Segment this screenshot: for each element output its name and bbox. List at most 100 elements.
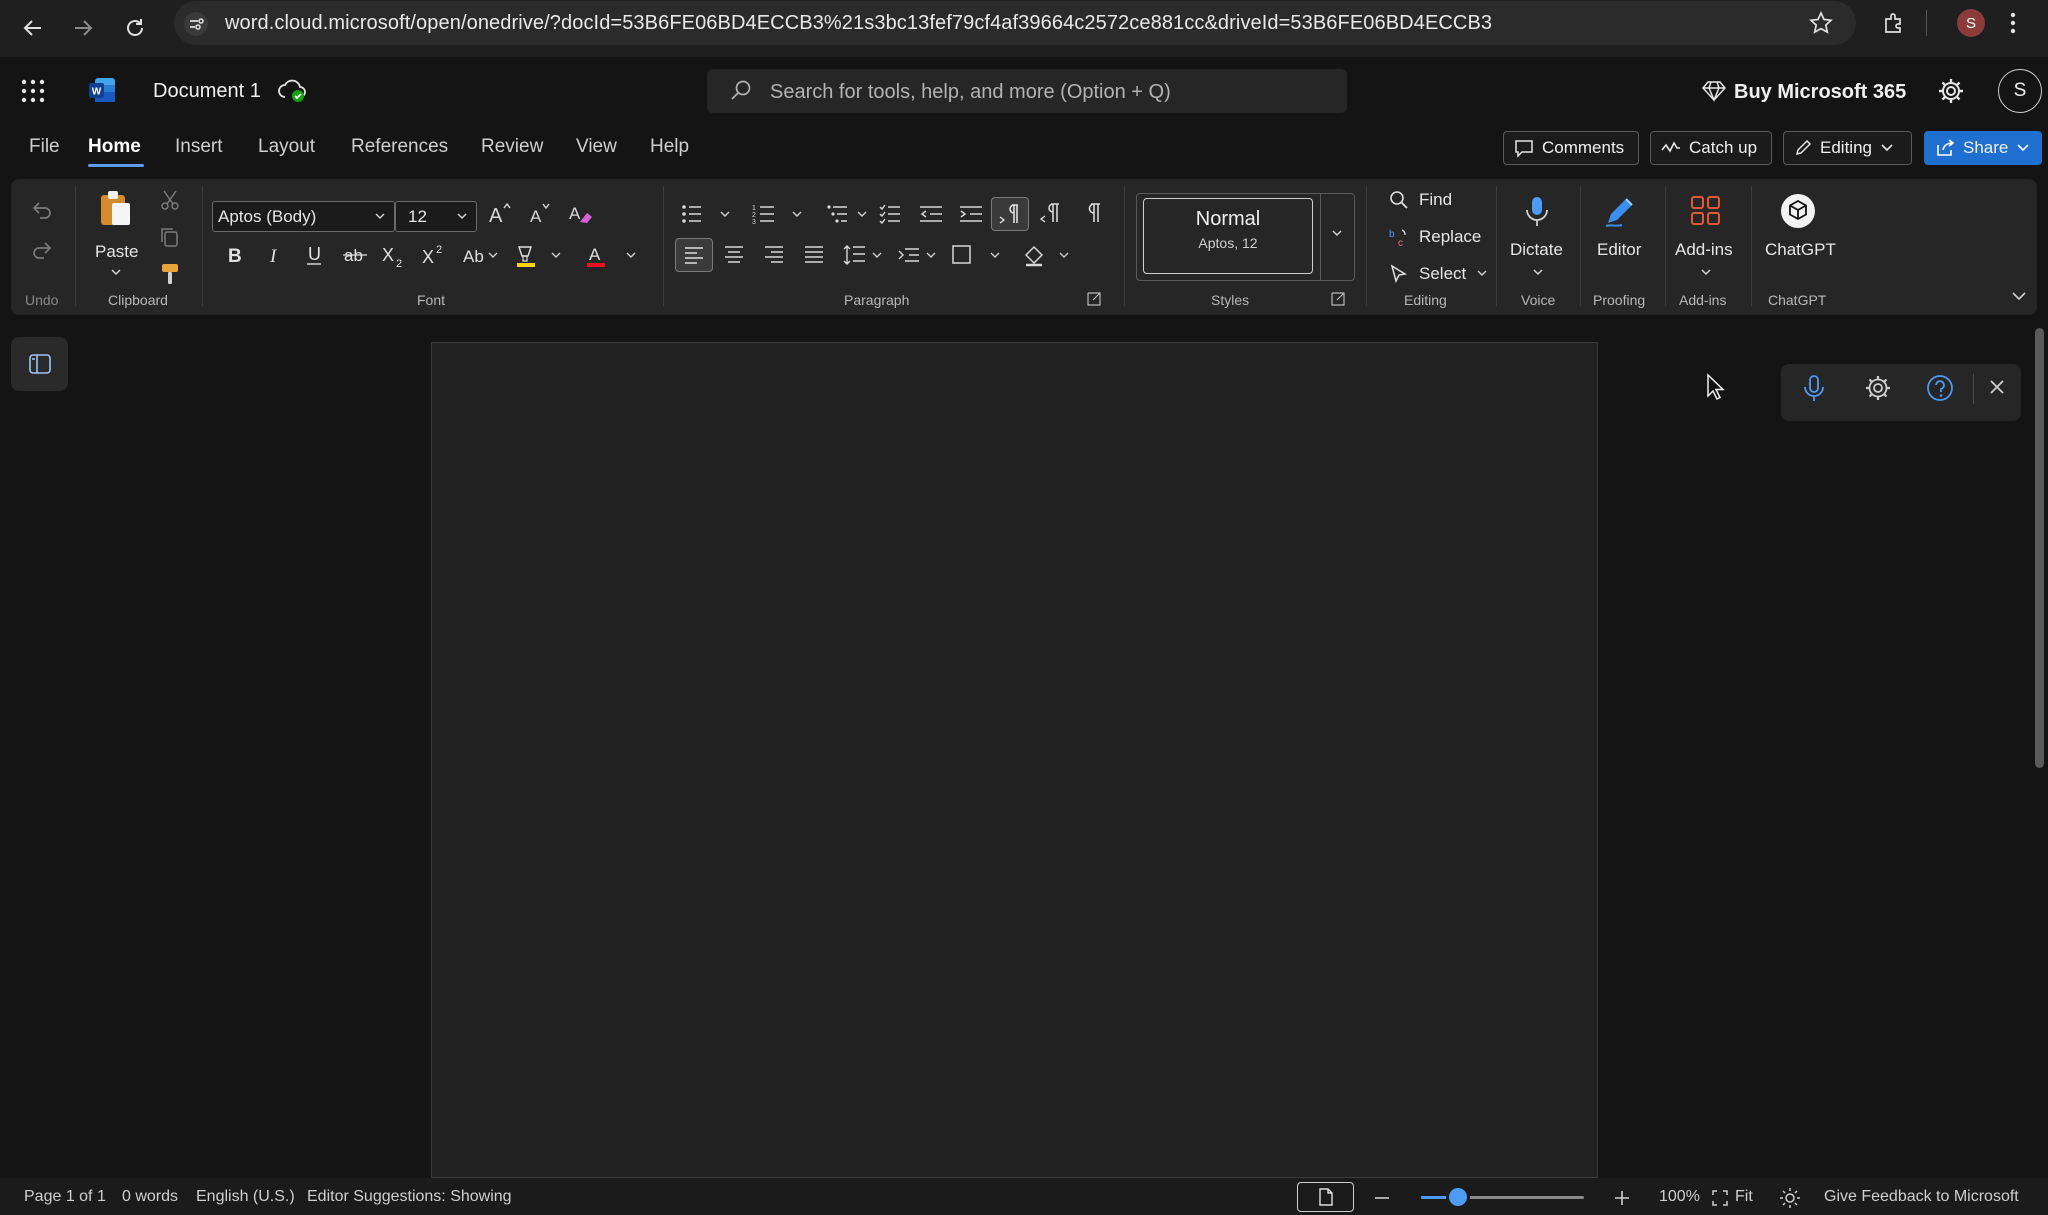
browser-profile-avatar[interactable]: S	[1957, 9, 1985, 37]
paste-label[interactable]: Paste	[95, 242, 138, 262]
back-button[interactable]	[13, 8, 53, 48]
site-info-icon[interactable]	[183, 11, 209, 37]
chatgpt-label[interactable]: ChatGPT	[1765, 240, 1836, 260]
editing-mode-button[interactable]: Editing	[1783, 131, 1912, 165]
bullets-icon[interactable]	[680, 201, 732, 227]
language-status[interactable]: English (U.S.)	[196, 1188, 295, 1206]
tab-references[interactable]: References	[351, 136, 448, 158]
shading-icon[interactable]	[1022, 243, 1072, 269]
cut-scissors-icon[interactable]	[159, 189, 181, 211]
zoom-slider-thumb[interactable]	[1446, 1185, 1470, 1209]
addins-chevron-down-icon[interactable]	[1699, 268, 1713, 278]
tab-file[interactable]: File	[29, 136, 60, 158]
styles-more-chevron-icon[interactable]	[1330, 229, 1344, 239]
copy-icon[interactable]	[159, 226, 181, 248]
editor-suggestions-status[interactable]: Editor Suggestions: Showing	[307, 1188, 512, 1206]
tab-view[interactable]: View	[576, 136, 617, 158]
saved-cloud-icon[interactable]	[277, 77, 307, 105]
underline-icon[interactable]: U	[303, 243, 325, 267]
dictation-settings-gear-icon[interactable]	[1864, 374, 1892, 402]
reload-button[interactable]	[115, 8, 155, 48]
ribbon-expand-chevron-icon[interactable]	[2011, 291, 2027, 301]
editor-pen-icon[interactable]	[1602, 193, 1638, 229]
rtl-paragraph-icon[interactable]	[1039, 201, 1065, 227]
document-page[interactable]	[431, 342, 1598, 1178]
font-name-dropdown[interactable]: Aptos (Body)	[212, 201, 395, 232]
italic-icon[interactable]: I	[264, 243, 286, 267]
dictate-chevron-down-icon[interactable]	[1531, 268, 1545, 278]
paragraph-spacing-icon[interactable]	[897, 243, 939, 267]
multilevel-list-icon[interactable]	[826, 201, 870, 227]
zoom-in-icon[interactable]	[1613, 1189, 1631, 1207]
clear-formatting-icon[interactable]: A	[568, 200, 594, 226]
page-count[interactable]: Page 1 of 1	[24, 1188, 106, 1206]
tab-layout[interactable]: Layout	[258, 136, 315, 158]
justify-icon[interactable]	[803, 243, 825, 265]
superscript-icon[interactable]: X2	[421, 243, 447, 269]
app-launcher-icon[interactable]	[21, 79, 45, 103]
bold-icon[interactable]: B	[224, 243, 246, 267]
print-layout-button[interactable]	[1297, 1182, 1354, 1212]
find-button[interactable]: Find	[1389, 190, 1452, 210]
tab-review[interactable]: Review	[481, 136, 543, 158]
tab-help[interactable]: Help	[650, 136, 689, 158]
shrink-font-icon[interactable]: A	[528, 200, 554, 226]
bookmark-star-icon[interactable]	[1809, 11, 1833, 35]
replace-button[interactable]: bc Replace	[1389, 227, 1481, 247]
select-button[interactable]: Select	[1389, 264, 1488, 284]
word-logo-icon[interactable]: W	[87, 75, 117, 105]
account-avatar[interactable]: S	[1998, 69, 2042, 113]
checklist-icon[interactable]	[878, 201, 904, 227]
tab-insert[interactable]: Insert	[175, 136, 223, 158]
brightness-sun-icon[interactable]	[1779, 1187, 1801, 1209]
format-painter-icon[interactable]	[159, 262, 181, 286]
share-button[interactable]: Share	[1924, 131, 2042, 165]
show-formatting-marks-icon[interactable]	[1079, 201, 1105, 227]
undo-icon[interactable]	[30, 198, 54, 222]
dictate-label[interactable]: Dictate	[1510, 240, 1563, 260]
catch-up-button[interactable]: Catch up	[1650, 131, 1772, 165]
settings-gear-icon[interactable]	[1937, 77, 1965, 105]
paste-chevron-down-icon[interactable]	[109, 268, 123, 278]
zoom-level[interactable]: 100%	[1659, 1188, 1700, 1206]
line-spacing-icon[interactable]	[843, 243, 885, 267]
font-size-dropdown[interactable]: 12	[395, 201, 477, 232]
ltr-paragraph-button[interactable]	[991, 197, 1029, 231]
search-placeholder[interactable]: Search for tools, help, and more (Option…	[770, 81, 1171, 104]
vertical-scrollbar[interactable]	[2035, 328, 2044, 768]
dictation-close-icon[interactable]	[1987, 377, 2007, 397]
dictation-microphone-icon[interactable]	[1801, 374, 1827, 404]
redo-icon[interactable]	[30, 238, 54, 262]
align-left-button[interactable]	[675, 238, 713, 272]
tab-home[interactable]: Home	[88, 136, 141, 158]
styles-dialog-launcher-icon[interactable]	[1331, 292, 1345, 306]
increase-indent-icon[interactable]	[958, 201, 984, 227]
chatgpt-logo-icon[interactable]	[1780, 193, 1816, 229]
numbering-icon[interactable]: 123	[752, 201, 804, 227]
fit-icon[interactable]	[1711, 1189, 1729, 1207]
editor-label[interactable]: Editor	[1597, 240, 1641, 260]
extensions-puzzle-icon[interactable]	[1882, 11, 1906, 35]
borders-icon[interactable]	[951, 243, 1001, 267]
style-normal-tile[interactable]: Normal Aptos, 12	[1143, 198, 1313, 274]
browser-menu-icon[interactable]	[2001, 10, 2025, 36]
comments-button[interactable]: Comments	[1503, 131, 1639, 165]
paste-clipboard-icon[interactable]	[98, 189, 132, 227]
highlight-color-icon[interactable]	[514, 243, 570, 269]
strikethrough-icon[interactable]: ab	[342, 243, 368, 267]
addins-label[interactable]: Add-ins	[1675, 240, 1733, 260]
dictation-help-icon[interactable]	[1926, 374, 1954, 402]
decrease-indent-icon[interactable]	[918, 201, 944, 227]
dictate-microphone-icon[interactable]	[1524, 195, 1550, 229]
word-count[interactable]: 0 words	[122, 1188, 178, 1206]
font-color-icon[interactable]: A	[585, 243, 641, 269]
align-center-icon[interactable]	[723, 243, 745, 265]
addins-grid-icon[interactable]	[1690, 195, 1722, 227]
document-title[interactable]: Document 1	[153, 80, 261, 103]
align-right-icon[interactable]	[763, 243, 785, 265]
buy-microsoft-365-link[interactable]: Buy Microsoft 365	[1734, 81, 1906, 104]
zoom-out-icon[interactable]	[1373, 1189, 1391, 1207]
forward-button[interactable]	[63, 8, 103, 48]
subscript-icon[interactable]: X2	[381, 243, 407, 269]
change-case-icon[interactable]: Ab	[462, 243, 500, 269]
